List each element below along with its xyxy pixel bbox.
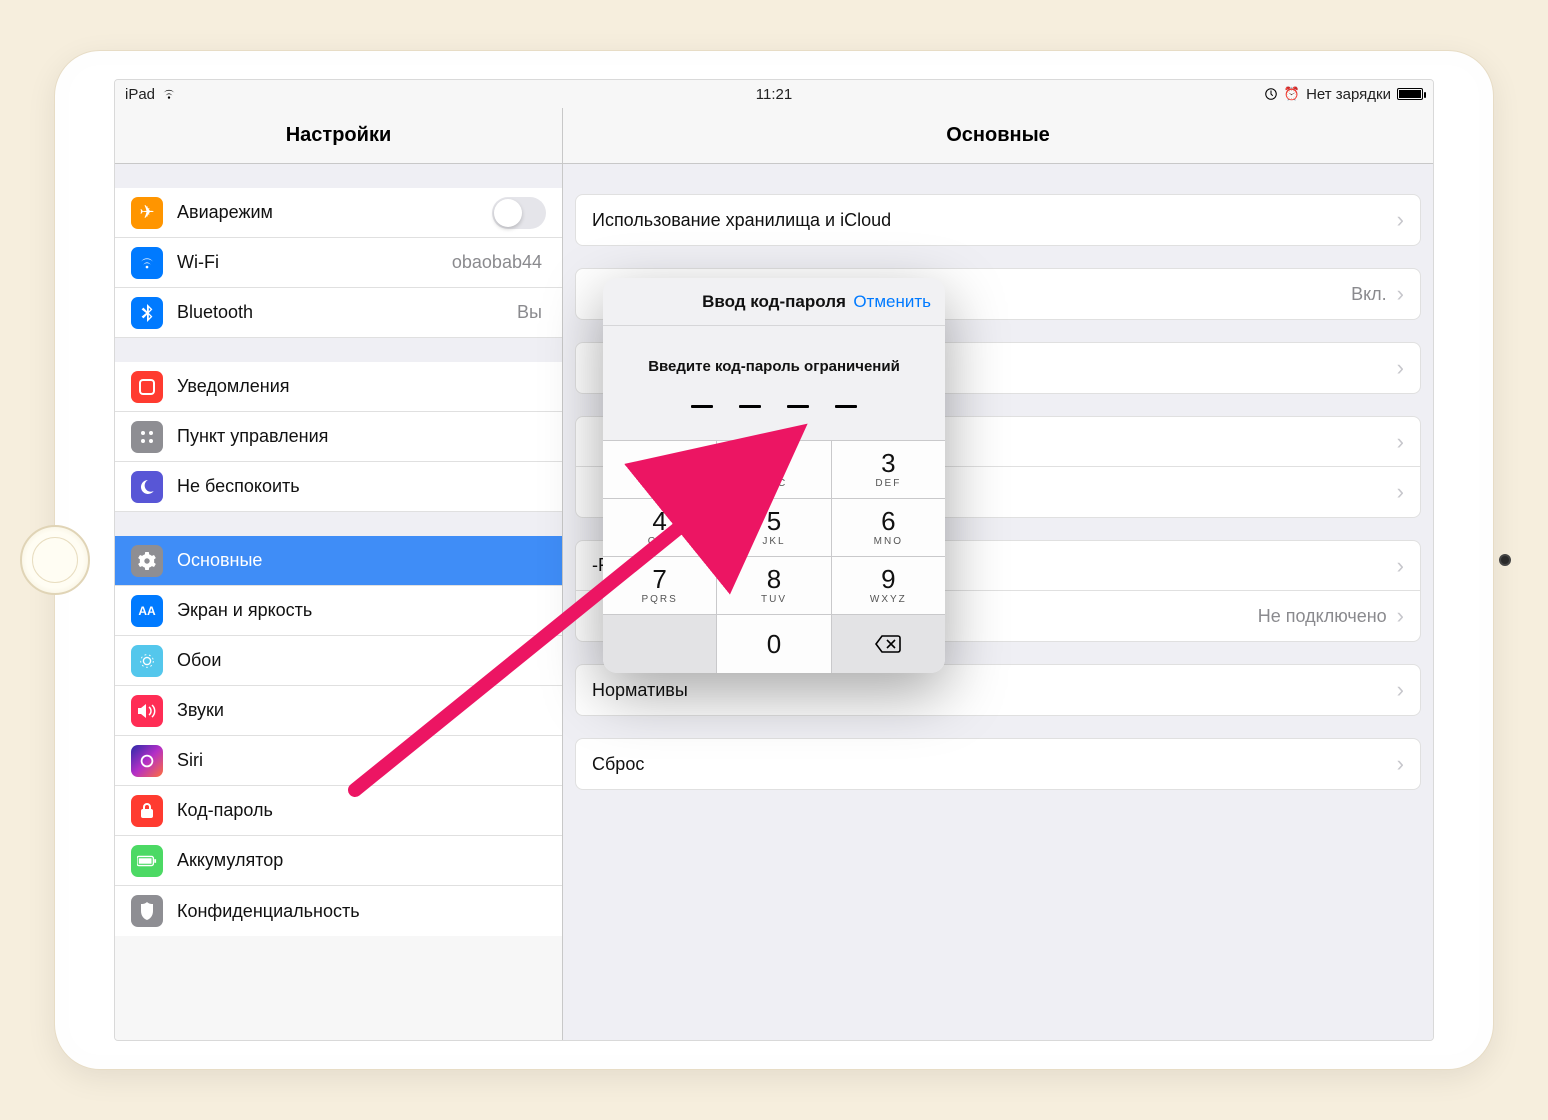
pin-entry [603, 387, 945, 440]
pin-dash [835, 405, 857, 408]
passcode-modal: Ввод код-пароля Отменить Введите код-пар… [603, 278, 945, 673]
chevron-right-icon: › [1397, 357, 1404, 379]
sidebar-item-display[interactable]: AA Экран и яркость [115, 586, 562, 636]
chevron-right-icon: › [1397, 431, 1404, 453]
sidebar-item-bluetooth[interactable]: Bluetooth Вы [115, 288, 562, 338]
airplane-toggle[interactable] [492, 197, 546, 229]
screen: iPad 11:21 ⏰ Нет зарядки Настройки ✈︎ [114, 79, 1434, 1041]
sidebar-item-dnd[interactable]: Не беспокоить [115, 462, 562, 512]
home-button[interactable] [20, 525, 90, 595]
detail-row-storage[interactable]: Использование хранилища и iCloud › [576, 195, 1420, 245]
orientation-lock-icon [1264, 87, 1278, 101]
key-9[interactable]: 9WXYZ [832, 557, 945, 615]
detail-title: Основные [563, 108, 1433, 164]
key-1[interactable]: 1 [603, 441, 717, 499]
sidebar-item-wifi[interactable]: Wi-Fi obaobab44 [115, 238, 562, 288]
modal-title: Ввод код-пароля [702, 292, 846, 312]
sounds-icon [131, 695, 163, 727]
clock: 11:21 [756, 86, 792, 103]
airplane-icon: ✈︎ [131, 197, 163, 229]
sidebar-item-notifications[interactable]: Уведомления [115, 362, 562, 412]
charging-label: Нет зарядки [1306, 86, 1391, 103]
modal-prompt: Введите код-пароль ограничений [603, 326, 945, 387]
detail-group-7: Сброс › [575, 738, 1421, 790]
detail-group-1: Использование хранилища и iCloud › [575, 194, 1421, 246]
pin-dash [739, 405, 761, 408]
sidebar-item-wallpaper[interactable]: Обои [115, 636, 562, 686]
key-4[interactable]: 4GHI [603, 499, 717, 557]
sidebar-item-passcode[interactable]: Код-пароль [115, 786, 562, 836]
cancel-button[interactable]: Отменить [853, 292, 931, 312]
key-7[interactable]: 7PQRS [603, 557, 717, 615]
chevron-right-icon: › [1397, 283, 1404, 305]
sidebar-item-battery[interactable]: Аккумулятор [115, 836, 562, 886]
detail-row-reset[interactable]: Сброс › [576, 739, 1420, 789]
sidebar-item-sounds[interactable]: Звуки [115, 686, 562, 736]
control-center-icon [131, 421, 163, 453]
key-3[interactable]: 3DEF [832, 441, 945, 499]
key-0[interactable]: 0 [717, 615, 831, 673]
front-camera [1499, 554, 1511, 566]
status-bar: iPad 11:21 ⏰ Нет зарядки [115, 80, 1433, 108]
backspace-icon [875, 635, 901, 653]
key-backspace[interactable] [832, 615, 945, 673]
battery-row-icon [131, 845, 163, 877]
chevron-right-icon: › [1397, 605, 1404, 627]
siri-icon [131, 745, 163, 777]
chevron-right-icon: › [1397, 753, 1404, 775]
chevron-right-icon: › [1397, 209, 1404, 231]
chevron-right-icon: › [1397, 481, 1404, 503]
wallpaper-icon [131, 645, 163, 677]
key-2[interactable]: 2ABC [717, 441, 831, 499]
key-5[interactable]: 5JKL [717, 499, 831, 557]
wifi-row-icon [131, 247, 163, 279]
keypad: 1 2ABC 3DEF 4GHI 5JKL 6MNO 7PQRS 8TUV 9W… [603, 440, 945, 673]
ipad-frame: iPad 11:21 ⏰ Нет зарядки Настройки ✈︎ [54, 50, 1494, 1070]
gear-icon [131, 545, 163, 577]
key-blank [603, 615, 717, 673]
pin-dash [787, 405, 809, 408]
wifi-icon [161, 88, 177, 100]
device-label: iPad [125, 86, 155, 103]
chevron-right-icon: › [1397, 679, 1404, 701]
sidebar-item-general[interactable]: Основные [115, 536, 562, 586]
alarm-icon: ⏰ [1284, 86, 1300, 102]
display-icon: AA [131, 595, 163, 627]
sidebar-item-privacy[interactable]: Конфиденциальность [115, 886, 562, 936]
chevron-right-icon: › [1397, 555, 1404, 577]
key-8[interactable]: 8TUV [717, 557, 831, 615]
key-6[interactable]: 6MNO [832, 499, 945, 557]
lock-icon [131, 795, 163, 827]
sidebar-title: Настройки [115, 108, 562, 164]
sidebar-item-control-center[interactable]: Пункт управления [115, 412, 562, 462]
sidebar-item-siri[interactable]: Siri [115, 736, 562, 786]
settings-sidebar: Настройки ✈︎ Авиарежим Wi-Fi obaob [115, 108, 563, 1040]
privacy-icon [131, 895, 163, 927]
bluetooth-icon [131, 297, 163, 329]
notifications-icon [131, 371, 163, 403]
sidebar-item-airplane[interactable]: ✈︎ Авиарежим [115, 188, 562, 238]
pin-dash [691, 405, 713, 408]
battery-icon [1397, 88, 1423, 100]
dnd-icon [131, 471, 163, 503]
